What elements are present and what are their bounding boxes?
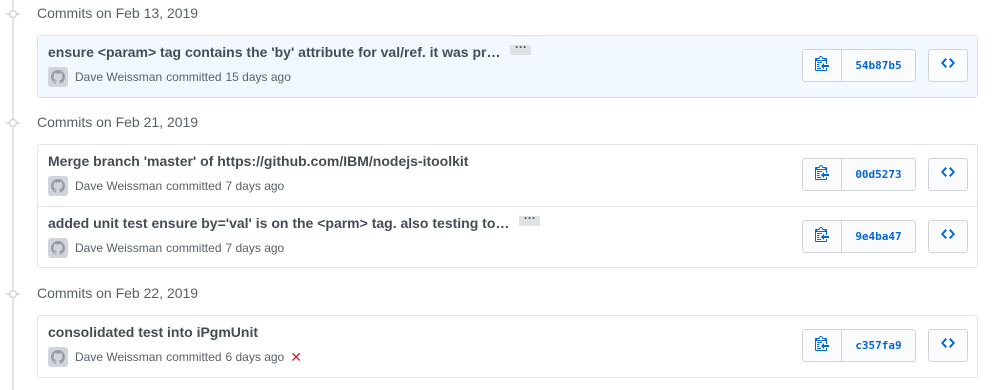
copy-sha-button[interactable] xyxy=(802,220,842,253)
code-icon xyxy=(941,226,955,247)
commit-group: Commits on Feb 21, 2019 Merge branch 'ma… xyxy=(0,109,992,268)
commit-group-title: Commits on Feb 22, 2019 xyxy=(37,285,199,301)
commit-sha-link[interactable]: 9e4ba47 xyxy=(842,220,916,253)
avatar-icon[interactable] xyxy=(48,347,68,367)
commit-message[interactable]: ensure <param> tag contains the 'by' att… xyxy=(48,44,500,60)
clipboard-icon xyxy=(815,55,829,76)
commit-list: consolidated test into iPgmUnit Dave Wei… xyxy=(37,315,978,378)
commit-group-header: Commits on Feb 13, 2019 xyxy=(0,0,992,26)
commit-meta: Dave Weissman committed 7 days ago xyxy=(48,176,284,196)
code-icon xyxy=(941,164,955,185)
commit-message-link[interactable]: Merge branch 'master' of https://github.… xyxy=(48,153,468,169)
commit-row: consolidated test into iPgmUnit Dave Wei… xyxy=(38,316,977,377)
commit-message[interactable]: added unit test ensure by='val' is on th… xyxy=(48,215,509,231)
commit-sha-group: 54b87b5 xyxy=(802,49,916,82)
expand-message-button[interactable] xyxy=(510,40,532,55)
commit-message-link[interactable]: ensure <param> tag contains the 'by' att… xyxy=(48,40,532,60)
avatar-icon[interactable] xyxy=(48,176,68,196)
browse-repo-button[interactable] xyxy=(928,329,968,362)
copy-sha-button[interactable] xyxy=(802,158,842,191)
commit-author[interactable]: Dave Weissman xyxy=(75,241,162,255)
commit-sha-group: 9e4ba47 xyxy=(802,220,916,253)
x-icon[interactable]: ✕ xyxy=(290,350,302,364)
code-icon xyxy=(941,335,955,356)
commit-sha-link[interactable]: c357fa9 xyxy=(842,329,916,362)
commit-row: ensure <param> tag contains the 'by' att… xyxy=(38,36,977,97)
commit-sha-group: c357fa9 xyxy=(802,329,916,362)
committed-label: committed xyxy=(166,241,222,255)
commit-group: Commits on Feb 22, 2019 consolidated tes… xyxy=(0,280,992,378)
commit-author[interactable]: Dave Weissman xyxy=(75,350,162,364)
browse-repo-button[interactable] xyxy=(928,49,968,82)
commit-message-link[interactable]: consolidated test into iPgmUnit xyxy=(48,324,258,340)
clipboard-icon xyxy=(815,226,829,247)
committed-label: committed xyxy=(166,179,222,193)
code-icon xyxy=(941,55,955,76)
commit-message-link[interactable]: added unit test ensure by='val' is on th… xyxy=(48,211,541,231)
commit-group: Commits on Feb 13, 2019 ensure <param> t… xyxy=(0,0,992,98)
commit-meta: Dave Weissman committed 7 days ago xyxy=(48,238,284,258)
commit-author[interactable]: Dave Weissman xyxy=(75,70,162,84)
timeline-line xyxy=(12,0,14,390)
commit-sha-link[interactable]: 54b87b5 xyxy=(842,49,916,82)
commit-group-title: Commits on Feb 21, 2019 xyxy=(37,114,199,130)
commit-time: 6 days ago xyxy=(225,350,285,364)
commit-time: 7 days ago xyxy=(225,179,285,193)
avatar-icon[interactable] xyxy=(48,67,68,87)
commit-sha-link[interactable]: 00d5273 xyxy=(842,158,916,191)
commit-meta: Dave Weissman committed 15 days ago xyxy=(48,67,291,87)
git-commit-icon xyxy=(6,7,20,21)
commit-sha-group: 00d5273 xyxy=(802,158,916,191)
browse-repo-button[interactable] xyxy=(928,158,968,191)
avatar-icon[interactable] xyxy=(48,238,68,258)
commit-group-header: Commits on Feb 22, 2019 xyxy=(0,280,992,306)
commit-list: Merge branch 'master' of https://github.… xyxy=(37,144,978,268)
clipboard-icon xyxy=(815,335,829,356)
committed-label: committed xyxy=(166,70,222,84)
commit-message[interactable]: consolidated test into iPgmUnit xyxy=(48,324,258,340)
commit-list: ensure <param> tag contains the 'by' att… xyxy=(37,35,978,98)
commit-author[interactable]: Dave Weissman xyxy=(75,179,162,193)
commit-row: added unit test ensure by='val' is on th… xyxy=(38,206,977,267)
clipboard-icon xyxy=(815,164,829,185)
commit-row: Merge branch 'master' of https://github.… xyxy=(38,145,977,206)
commit-group-title: Commits on Feb 13, 2019 xyxy=(37,5,199,21)
git-commit-icon xyxy=(6,116,20,130)
copy-sha-button[interactable] xyxy=(802,49,842,82)
expand-message-button[interactable] xyxy=(519,211,541,226)
copy-sha-button[interactable] xyxy=(802,329,842,362)
browse-repo-button[interactable] xyxy=(928,220,968,253)
commit-group-header: Commits on Feb 21, 2019 xyxy=(0,109,992,135)
git-commit-icon xyxy=(6,287,20,301)
commit-time: 7 days ago xyxy=(225,241,285,255)
commit-message[interactable]: Merge branch 'master' of https://github.… xyxy=(48,153,468,169)
commit-time: 15 days ago xyxy=(225,70,291,84)
commit-meta: Dave Weissman committed 6 days ago ✕ xyxy=(48,347,302,367)
committed-label: committed xyxy=(166,350,222,364)
